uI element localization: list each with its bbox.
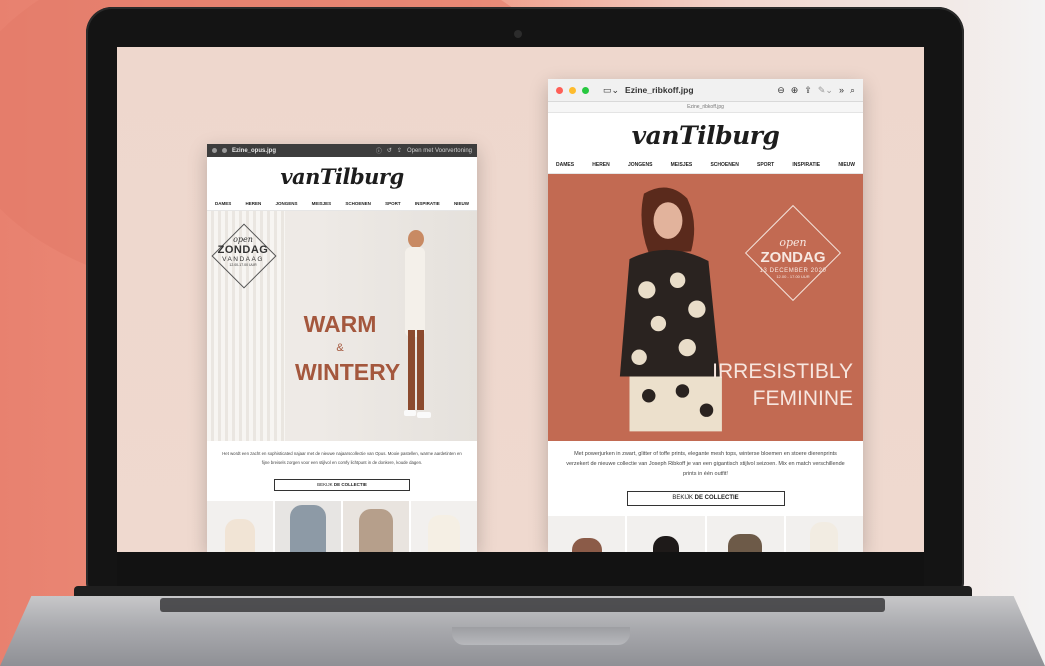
product-tile[interactable] — [275, 501, 341, 552]
brand-logo: vanTilburg — [631, 121, 780, 150]
nav-item-nieuw[interactable]: NIEUW — [454, 201, 469, 206]
rotate-icon[interactable]: ↺ — [387, 147, 392, 154]
close-icon[interactable] — [212, 148, 217, 153]
nav-item-heren[interactable]: HEREN — [245, 201, 261, 206]
badge-zondag: ZONDAG — [217, 244, 269, 256]
laptop-notch — [452, 627, 630, 645]
nav-item-heren[interactable]: HEREN — [592, 162, 610, 168]
window-titlebar: ▭⌄ Ezine_ribkoff.jpg ⊖ ⊕ ⇪ ✎⌄ » ⌕ — [548, 79, 863, 102]
sidebar-toggle-icon[interactable]: ▭⌄ — [603, 85, 619, 96]
view-collection-button[interactable]: BEKIJK DE COLLECTIE — [626, 491, 785, 506]
product-tile[interactable] — [706, 516, 784, 552]
product-tile[interactable] — [548, 516, 626, 552]
cta-strong: DE COLLECTIE — [333, 482, 367, 487]
nav-item-jongens[interactable]: JONGENS — [275, 201, 297, 206]
main-nav: DAMES HEREN JONGENS MEISJES SCHOENEN SPO… — [207, 197, 477, 211]
body-text: Met powerjurken in zwart, glitter of tof… — [566, 451, 845, 477]
badge-open: open — [233, 235, 253, 244]
zoom-out-icon[interactable]: ⊖ — [777, 85, 785, 96]
nav-item-schoenen[interactable]: SCHOENEN — [710, 162, 738, 168]
nav-item-inspiratie[interactable]: INSPIRATIE — [415, 201, 440, 206]
main-nav: DAMES HEREN JONGENS MEISJES SCHOENEN SPO… — [548, 157, 863, 174]
window-title: Ezine_opus.jpg — [232, 147, 277, 154]
preview-window-ribkoff: ▭⌄ Ezine_ribkoff.jpg ⊖ ⊕ ⇪ ✎⌄ » ⌕ Ezine_… — [548, 79, 863, 552]
preview-window-opus: Ezine_opus.jpg ⓘ ↺ ⇪ Open met Voorverton… — [207, 144, 477, 552]
badge-hours: 12.00-17.00 UUR — [229, 263, 257, 267]
product-row — [548, 516, 863, 552]
model-image — [404, 230, 431, 418]
headline-irresistibly: IRRESISTIBLY — [712, 360, 853, 383]
headline-feminine: FEMININE — [752, 387, 853, 410]
product-row — [207, 501, 477, 552]
model-image — [619, 187, 722, 432]
window-titlebar: Ezine_opus.jpg ⓘ ↺ ⇪ Open met Voorverton… — [207, 144, 477, 157]
nav-item-schoenen[interactable]: SCHOENEN — [345, 201, 371, 206]
nav-item-nieuw[interactable]: NIEUW — [838, 162, 855, 168]
info-icon[interactable]: ⓘ — [376, 146, 382, 155]
camera-icon — [514, 30, 522, 38]
open-with-preview-button[interactable]: Open met Voorvertoning — [407, 148, 472, 154]
headline-amp: & — [336, 342, 344, 354]
badge-zondag: ZONDAG — [760, 249, 826, 266]
badge-open: open — [779, 236, 807, 249]
badge-vandaag: VANDAAG — [222, 256, 264, 263]
brand-logo: vanTilburg — [280, 164, 404, 189]
window-title: Ezine_ribkoff.jpg — [625, 85, 694, 95]
nav-item-meisjes[interactable]: MEISJES — [312, 201, 332, 206]
cta-prefix: BEKIJK — [672, 495, 693, 501]
fullscreen-icon[interactable] — [222, 148, 227, 153]
keyboard-edge — [160, 598, 885, 612]
markup-icon[interactable]: ✎⌄ — [818, 85, 833, 96]
share-icon[interactable]: ⇪ — [804, 85, 812, 96]
minimize-icon[interactable] — [569, 86, 576, 94]
open-sunday-badge-text: open ZONDAG VANDAAG 12.00-17.00 UUR — [211, 235, 275, 267]
maximize-icon[interactable] — [582, 86, 589, 94]
badge-hours: 12.00 - 17.00 UUR — [776, 274, 810, 279]
cta-strong: DE COLLECTIE — [694, 495, 739, 501]
headline-warm: WARM — [303, 311, 377, 337]
nav-item-sport[interactable]: SPORT — [385, 201, 401, 206]
close-icon[interactable] — [556, 86, 563, 94]
window-subtitle: Ezine_ribkoff.jpg — [548, 102, 863, 113]
share-icon[interactable]: ⇪ — [397, 147, 402, 154]
view-collection-button[interactable]: BEKIJK DE COLLECTIE — [274, 479, 410, 491]
more-icon[interactable]: » — [839, 85, 844, 95]
open-sunday-badge-text: open ZONDAG 13 DECEMBER 2020 12.00 - 17.… — [743, 236, 843, 279]
cta-prefix: BEKIJK — [317, 482, 333, 487]
nav-item-jongens[interactable]: JONGENS — [628, 162, 652, 168]
zoom-in-icon[interactable]: ⊕ — [791, 85, 799, 96]
nav-item-dames[interactable]: DAMES — [215, 201, 231, 206]
laptop-screen: Ezine_opus.jpg ⓘ ↺ ⇪ Open met Voorverton… — [117, 47, 924, 552]
product-tile[interactable] — [411, 501, 477, 552]
nav-item-sport[interactable]: SPORT — [757, 162, 774, 168]
product-tile[interactable] — [627, 516, 705, 552]
nav-item-inspiratie[interactable]: INSPIRATIE — [792, 162, 820, 168]
hero-banner[interactable]: open ZONDAG VANDAAG 12.00-17.00 UUR WARM… — [207, 211, 477, 441]
product-tile[interactable] — [343, 501, 409, 552]
search-icon[interactable]: ⌕ — [850, 85, 855, 96]
nav-item-meisjes[interactable]: MEISJES — [671, 162, 693, 168]
nav-item-dames[interactable]: DAMES — [556, 162, 574, 168]
hero-banner[interactable]: open ZONDAG 13 DECEMBER 2020 12.00 - 17.… — [548, 174, 863, 441]
product-tile[interactable] — [785, 516, 863, 552]
headline-wintery: WINTERY — [295, 359, 401, 385]
body-text: Het wordt een zacht en sophisticated naj… — [222, 451, 462, 465]
product-tile[interactable] — [207, 501, 273, 552]
